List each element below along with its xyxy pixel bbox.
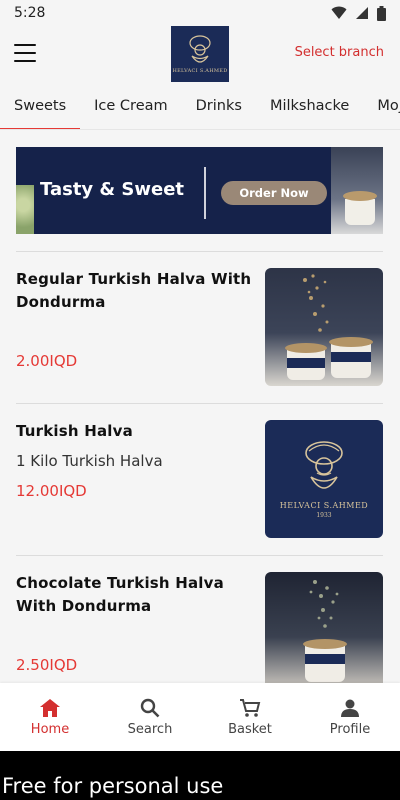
nav-search[interactable]: Search [100, 683, 200, 751]
nav-basket[interactable]: Basket [200, 683, 300, 751]
divider [16, 555, 383, 556]
banner-decoration [16, 185, 34, 234]
image-year-text: 1933 [316, 512, 332, 519]
divider [16, 403, 383, 404]
tab-ice-cream[interactable]: Ice Cream [80, 88, 181, 129]
menu-icon[interactable] [14, 44, 36, 62]
bottom-navigation: Home Search Basket Profile [0, 683, 400, 751]
banner-cup-image [343, 191, 377, 225]
cart-icon [240, 698, 261, 717]
product-image[interactable]: HELVACI S.AHMED 1933 [265, 420, 383, 538]
banner-divider [204, 167, 206, 219]
watermark-footer: Free for personal use [0, 751, 400, 800]
app-header: HELVACI S.AHMED Select branch [0, 26, 400, 88]
tab-mojito[interactable]: Mojito [363, 88, 400, 129]
divider [16, 251, 383, 252]
product-price: 2.50IQD [16, 656, 78, 674]
product-price: 2.00IQD [16, 352, 78, 370]
wifi-icon [331, 6, 347, 19]
image-brand-text: HELVACI S.AHMED [279, 501, 369, 510]
signal-icon [356, 7, 368, 19]
category-tabs: Sweets Ice Cream Drinks Milkshacke Mojit… [0, 88, 400, 130]
product-description: 1 Kilo Turkish Halva [16, 452, 163, 470]
helvaci-emblem-icon [305, 441, 343, 489]
tab-sweets[interactable]: Sweets [0, 88, 81, 129]
banner-photo [331, 147, 383, 234]
product-price: 12.00IQD [16, 482, 87, 500]
product-name: Regular Turkish Halva With Dondurma [16, 270, 252, 311]
nav-profile-label: Profile [329, 721, 371, 737]
nav-home-label: Home [30, 721, 70, 737]
promo-banner[interactable]: Tasty & Sweet Order Now [16, 147, 383, 234]
status-bar: 5:28 [0, 0, 400, 26]
halva-cup-image [285, 343, 327, 380]
nav-home[interactable]: Home [0, 683, 100, 751]
brand-logo: HELVACI S.AHMED [171, 26, 229, 82]
product-card[interactable]: Turkish Halva 1 Kilo Turkish Halva 12.00… [16, 420, 383, 540]
status-time: 5:28 [14, 5, 46, 21]
halva-cup-image [329, 337, 373, 378]
home-icon [40, 698, 60, 717]
profile-icon [341, 699, 359, 717]
product-card[interactable]: Chocolate Turkish Halva With Dondurma 2.… [16, 572, 383, 692]
logo-emblem-icon [189, 35, 211, 63]
battery-icon [377, 5, 386, 21]
banner-title: Tasty & Sweet [40, 179, 184, 200]
nav-basket-label: Basket [228, 721, 272, 737]
product-image[interactable] [265, 268, 383, 386]
tab-drinks[interactable]: Drinks [182, 88, 256, 129]
select-branch-button[interactable]: Select branch [295, 45, 384, 60]
tab-milkshacke[interactable]: Milkshacke [256, 88, 363, 129]
nav-search-label: Search [127, 721, 173, 737]
halva-cup-image [303, 639, 347, 682]
search-icon [140, 698, 160, 717]
nav-profile[interactable]: Profile [300, 683, 400, 751]
order-now-button[interactable]: Order Now [221, 181, 327, 205]
product-name: Turkish Halva [16, 422, 133, 440]
product-image[interactable] [265, 572, 383, 690]
product-card[interactable]: Regular Turkish Halva With Dondurma 2.00… [16, 268, 383, 388]
status-icons [331, 5, 386, 21]
logo-text: HELVACI S.AHMED [172, 68, 228, 74]
product-name: Chocolate Turkish Halva With Dondurma [16, 574, 224, 615]
